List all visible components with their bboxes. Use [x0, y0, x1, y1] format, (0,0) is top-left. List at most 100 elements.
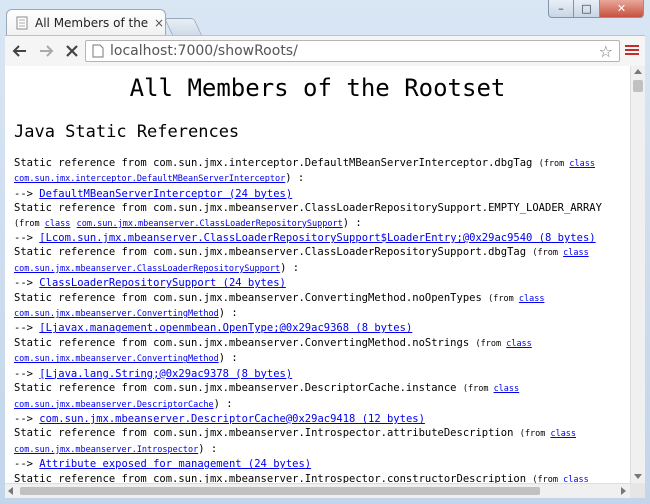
page-icon: [92, 44, 104, 58]
class-word-link[interactable]: class: [519, 294, 545, 304]
from-suffix: ) :: [280, 261, 300, 274]
reference-target-line: --> com.sun.jmx.mbeanserver.DescriptorCa…: [14, 412, 630, 426]
references-list: Static reference from com.sun.jmx.interc…: [14, 156, 630, 483]
page-title: All Members of the Rootset: [129, 74, 506, 102]
reference-target-line: --> DefaultMBeanServerInterceptor (24 by…: [14, 187, 630, 201]
reference-class-line: com.sun.jmx.mbeanserver.ClassLoaderRepos…: [14, 261, 630, 276]
reference-text: Static reference from com.sun.jmx.interc…: [14, 157, 533, 169]
back-button[interactable]: [9, 40, 31, 62]
target-link[interactable]: [Lcom.sun.jmx.mbeanserver.ClassLoaderRep…: [39, 232, 595, 244]
reference-class-line: com.sun.jmx.mbeanserver.Introspector) :: [14, 442, 630, 457]
class-word-link[interactable]: class: [569, 159, 595, 169]
horizontal-scroll-thumb[interactable]: [20, 487, 540, 495]
scroll-right-icon[interactable]: [621, 487, 626, 495]
class-word-link[interactable]: class: [550, 429, 576, 439]
from-prefix: (from: [488, 293, 519, 304]
class-name-link[interactable]: com.sun.jmx.interceptor.DefaultMBeanServ…: [14, 174, 285, 184]
window-controls: – □ ✕: [548, 0, 644, 18]
target-link[interactable]: [Ljava.lang.String;@0x29ac9378 (8 bytes): [39, 368, 292, 380]
stop-button[interactable]: [61, 40, 83, 62]
tab-title: All Members of the Roots: [35, 15, 150, 30]
reference-class-line: com.sun.jmx.mbeanserver.ConvertingMethod…: [14, 351, 630, 366]
bookmark-star-icon[interactable]: ☆: [599, 42, 613, 61]
from-prefix: (from: [519, 429, 551, 440]
reference-line: Static reference from com.sun.jmx.mbeans…: [14, 472, 630, 483]
vertical-scroll-thumb[interactable]: [633, 80, 643, 92]
forward-arrow-icon: [40, 45, 54, 57]
arrow-text: -->: [14, 232, 33, 245]
reference-text: Static reference from com.sun.jmx.mbeans…: [14, 202, 602, 215]
target-link[interactable]: ClassLoaderRepositorySupport (24 bytes): [39, 277, 286, 289]
back-arrow-icon: [12, 45, 26, 57]
reference-class-line: com.sun.jmx.interceptor.DefaultMBeanServ…: [14, 171, 630, 186]
reference-line: Static reference from com.sun.jmx.mbeans…: [14, 336, 630, 351]
reference-class-line: (from class com.sun.jmx.mbeanserver.Clas…: [14, 216, 630, 231]
stop-x-icon: [66, 45, 78, 57]
class-name-link[interactable]: com.sun.jmx.mbeanserver.ClassLoaderRepos…: [77, 219, 343, 229]
class-name-link[interactable]: com.sun.jmx.mbeanserver.Introspector: [14, 445, 198, 455]
class-name-link[interactable]: com.sun.jmx.mbeanserver.ConvertingMethod: [14, 309, 219, 319]
tab-active[interactable]: All Members of the Roots ×: [6, 9, 166, 35]
class-word-link[interactable]: class: [563, 475, 589, 483]
reference-target-line: --> [Lcom.sun.jmx.mbeanserver.ClassLoade…: [14, 231, 630, 245]
from-prefix: (from: [532, 474, 564, 483]
class-name-link[interactable]: com.sun.jmx.mbeanserver.ConvertingMethod: [14, 354, 219, 364]
reference-class-line: com.sun.jmx.mbeanserver.DescriptorCache)…: [14, 397, 630, 412]
tab-close-icon[interactable]: ×: [154, 17, 164, 29]
vertical-scrollbar[interactable]: [630, 66, 645, 483]
reference-text: Static reference from com.sun.jmx.mbeans…: [14, 472, 527, 483]
from-suffix: ) :: [218, 352, 238, 365]
reference-line: Static reference from com.sun.jmx.mbeans…: [14, 381, 630, 396]
class-name-link[interactable]: com.sun.jmx.mbeanserver.ClassLoaderRepos…: [14, 264, 280, 274]
reference-class-line: com.sun.jmx.mbeanserver.ConvertingMethod…: [14, 306, 630, 321]
class-word-link[interactable]: class: [45, 219, 71, 229]
arrow-text: -->: [14, 458, 33, 471]
reference-text: Static reference from com.sun.jmx.mbeans…: [14, 382, 457, 395]
from-suffix: ) :: [198, 442, 218, 455]
arrow-text: -->: [14, 367, 33, 380]
class-word-link[interactable]: class: [494, 384, 520, 394]
target-link[interactable]: Attribute exposed for management (24 byt…: [39, 458, 311, 470]
from-prefix: (from: [538, 159, 570, 169]
close-button[interactable]: ✕: [600, 0, 644, 18]
url-text[interactable]: localhost:7000/showRoots/: [110, 43, 298, 59]
class-word-link[interactable]: class: [506, 339, 532, 349]
arrow-text: -->: [14, 187, 33, 200]
from-prefix: (from: [475, 338, 507, 349]
reference-target-line: --> Attribute exposed for management (24…: [14, 457, 630, 471]
from-suffix: ) :: [285, 172, 305, 185]
from-prefix: (from: [532, 248, 564, 259]
reference-text: Static reference from com.sun.jmx.mbeans…: [14, 246, 527, 259]
target-link[interactable]: DefaultMBeanServerInterceptor (24 bytes): [39, 188, 292, 200]
target-link[interactable]: [Ljavax.management.openmbean.OpenType;@0…: [39, 322, 412, 334]
section-heading: Java Static References: [14, 122, 240, 142]
reference-target-line: --> ClassLoaderRepositorySupport (24 byt…: [14, 276, 630, 290]
scroll-down-icon[interactable]: [634, 474, 642, 479]
arrow-text: -->: [14, 322, 33, 335]
new-tab-button[interactable]: [164, 18, 202, 35]
page-content: All Members of the Rootset Java Static R…: [5, 66, 630, 483]
forward-button[interactable]: [35, 40, 57, 62]
arrow-text: -->: [14, 277, 33, 290]
target-link[interactable]: com.sun.jmx.mbeanserver.DescriptorCache@…: [39, 413, 425, 425]
scroll-left-icon[interactable]: [8, 487, 13, 495]
reference-text: Static reference from com.sun.jmx.mbeans…: [14, 336, 470, 349]
from-suffix: ) :: [342, 216, 362, 229]
reference-target-line: --> [Ljavax.management.openmbean.OpenTyp…: [14, 321, 630, 335]
maximize-button[interactable]: □: [574, 0, 600, 18]
from-suffix: ) :: [213, 397, 233, 410]
from-prefix: (from: [14, 218, 45, 229]
reference-text: Static reference from com.sun.jmx.mbeans…: [14, 427, 514, 440]
reference-line: Static reference from com.sun.jmx.mbeans…: [14, 201, 630, 215]
arrow-text: -->: [14, 412, 33, 425]
class-name-link[interactable]: com.sun.jmx.mbeanserver.DescriptorCache: [14, 400, 214, 410]
horizontal-scrollbar[interactable]: [5, 483, 630, 498]
scrollbar-corner: [630, 483, 645, 498]
scroll-up-icon[interactable]: [634, 69, 642, 74]
address-bar[interactable]: localhost:7000/showRoots/ ☆: [85, 40, 620, 62]
reference-text: Static reference from com.sun.jmx.mbeans…: [14, 291, 482, 304]
class-word-link[interactable]: class: [563, 248, 589, 258]
chrome-menu-icon[interactable]: [625, 43, 639, 57]
page-favicon-icon: [16, 16, 28, 29]
minimize-button[interactable]: –: [548, 0, 574, 18]
